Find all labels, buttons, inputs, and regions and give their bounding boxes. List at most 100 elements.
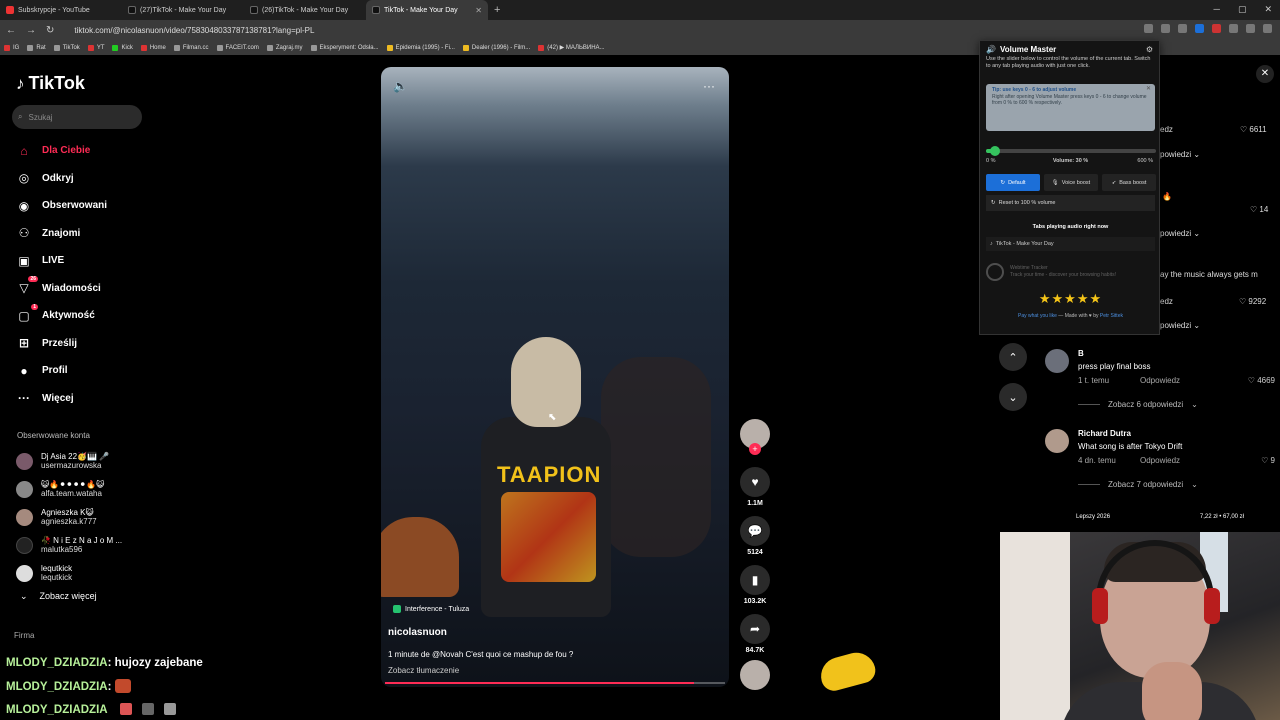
followed-account[interactable]: Dj Asia 22🥳🎹 🎤 usermazurowska xyxy=(16,447,122,475)
comment-likes[interactable]: ♡ 14 xyxy=(1250,205,1268,214)
comment-fragment[interactable]: powiedzi ⌄ xyxy=(1160,321,1200,330)
promo-banner[interactable]: Webtime Tracker Track your time - discove… xyxy=(986,261,1155,283)
nav-item-profile[interactable]: ● Profil xyxy=(16,357,107,385)
rating-stars[interactable]: ★★★★★ xyxy=(980,291,1161,307)
comment-likes[interactable]: ♡ 4669 xyxy=(1248,376,1275,385)
view-replies-button[interactable]: Zobacz 6 odpowiedzi ⌄ xyxy=(1078,400,1198,409)
next-video-button[interactable]: ⌄ xyxy=(999,383,1027,411)
gear-icon[interactable]: ⚙ xyxy=(1146,45,1153,54)
comment-fragment[interactable]: powiedzi ⌄ xyxy=(1160,150,1200,159)
bookmark-item[interactable]: FACEIT.com xyxy=(216,44,259,51)
close-tab-icon[interactable]: ✕ xyxy=(475,6,482,15)
browser-tab-tiktok-active[interactable]: TikTok - Make Your Day ✕ xyxy=(366,0,488,20)
comment-button[interactable]: 💬 xyxy=(740,516,770,546)
taskbar-app-icon[interactable] xyxy=(120,703,132,715)
menu-icon[interactable] xyxy=(1263,24,1272,33)
comment-likes[interactable]: ♡ 9292 xyxy=(1239,297,1266,306)
video-author[interactable]: nicolasnuon xyxy=(388,627,447,638)
bookmark-item[interactable]: Dealer (1996) - Film... xyxy=(462,44,530,51)
bookmark-item[interactable]: IG xyxy=(4,44,19,51)
video-progress-bar[interactable] xyxy=(385,682,725,684)
bookmark-item[interactable]: Epidemia (1995) - Fi... xyxy=(386,44,455,51)
volume-master-extension-icon[interactable] xyxy=(1195,24,1204,33)
nav-item-explore[interactable]: ◎ Odkryj xyxy=(16,165,107,193)
reload-icon[interactable]: ↻ xyxy=(46,25,54,36)
see-translation-link[interactable]: Zobacz tłumaczenie xyxy=(388,666,459,675)
follow-plus-icon[interactable]: + xyxy=(749,443,761,455)
forward-icon[interactable]: → xyxy=(26,25,36,36)
comment-fragment[interactable]: powiedzi ⌄ xyxy=(1160,229,1200,238)
nav-item-activity[interactable]: ▢ 1 Aktywność xyxy=(16,302,107,330)
taskbar-app-icon[interactable] xyxy=(164,703,176,715)
reply-button[interactable]: Odpowiedz xyxy=(1140,456,1180,465)
view-replies-button[interactable]: Zobacz 7 odpowiedzi ⌄ xyxy=(1078,480,1198,489)
bookmark-item[interactable]: Home xyxy=(140,44,166,51)
nav-item-more[interactable]: ··· Więcej xyxy=(16,385,107,413)
close-comments-icon[interactable]: ✕ xyxy=(1256,65,1274,83)
author-avatar[interactable]: + xyxy=(740,419,770,455)
playing-tab-item[interactable]: ♪ TikTok - Make Your Day xyxy=(986,237,1155,251)
see-more-link[interactable]: ⌄ Zobacz więcej xyxy=(20,591,97,602)
reset-volume-button[interactable]: ↻ Reset to 100 % volume xyxy=(986,195,1155,211)
browser-tab-youtube[interactable]: Subskrypcje - YouTube xyxy=(0,0,122,20)
bookmark-item[interactable]: Zagraj.my xyxy=(266,44,303,51)
nav-item-live[interactable]: ▣ LIVE xyxy=(16,247,107,275)
reply-button[interactable]: Odpowiedz xyxy=(1140,376,1180,385)
bookmark-item[interactable]: Kick xyxy=(112,44,133,51)
default-mode-button[interactable]: ↻ Default xyxy=(986,174,1040,191)
comment-author[interactable]: B xyxy=(1078,349,1084,358)
bookmark-item[interactable]: Rat xyxy=(27,44,46,51)
comment-likes[interactable]: ♡ 6611 xyxy=(1240,125,1267,134)
nav-item-messages[interactable]: ▽ 26 Wiadomości xyxy=(16,275,107,303)
close-window-icon[interactable]: ✕ xyxy=(1264,4,1272,15)
volume-slider[interactable] xyxy=(986,146,1156,156)
bookmark-item[interactable]: (42) ▶ МАЛЬВИНА... xyxy=(538,44,605,51)
browser-tab-tiktok-26[interactable]: (26)TikTok - Make Your Day xyxy=(244,0,366,20)
search-input[interactable]: ⌕ Szukaj xyxy=(12,105,142,129)
extension-icon[interactable] xyxy=(1178,24,1187,33)
close-tip-icon[interactable]: ✕ xyxy=(1146,86,1151,93)
url-field[interactable]: tiktok.com/@nicolasnuon/video/7583048033… xyxy=(74,26,314,35)
extension-icon[interactable] xyxy=(1161,24,1170,33)
taskbar-app-icon[interactable] xyxy=(142,703,154,715)
followed-account[interactable]: 🥀 N i E z N a J o M ... malutka596 xyxy=(16,531,122,559)
extension-icon[interactable] xyxy=(1246,24,1255,33)
bookmark-item[interactable]: TikTok xyxy=(53,44,80,51)
pay-link[interactable]: Pay what you like xyxy=(1018,313,1057,319)
followed-account[interactable]: 😺🔥⚫⚫⚫⚫🔥😺 alfa.team.wataha xyxy=(16,475,122,503)
avatar[interactable] xyxy=(1045,349,1069,373)
tiktok-logo[interactable]: ♪ TikTok xyxy=(16,73,85,94)
browser-tab-tiktok-27[interactable]: (27)TikTok - Make Your Day xyxy=(122,0,244,20)
voice-boost-button[interactable]: 🎙 Voice boost xyxy=(1044,174,1098,191)
new-tab-icon[interactable]: + xyxy=(494,4,500,16)
extension-icon[interactable] xyxy=(1144,24,1153,33)
more-options-icon[interactable]: ··· xyxy=(703,79,715,93)
extension-icon[interactable] xyxy=(1212,24,1221,33)
nav-item-friends[interactable]: ⚇ Znajomi xyxy=(16,220,107,248)
music-link[interactable]: Interference - Tuluza xyxy=(393,605,469,613)
minimize-icon[interactable]: ─ xyxy=(1214,4,1220,15)
comment-likes[interactable]: ♡ 9 xyxy=(1261,456,1275,465)
video-player[interactable]: TAAPION 🔈 ··· Interference - Tuluza nico… xyxy=(381,67,729,687)
bass-boost-button[interactable]: ➶ Bass boost xyxy=(1102,174,1156,191)
volume-slider-handle[interactable] xyxy=(989,146,1000,156)
back-icon[interactable]: ← xyxy=(6,25,16,36)
comment-author[interactable]: Richard Dutra xyxy=(1078,429,1131,438)
avatar[interactable] xyxy=(1045,429,1069,453)
nav-item-following[interactable]: ◉ Obserwowani xyxy=(16,192,107,220)
like-button[interactable]: ♥ xyxy=(740,467,770,497)
followed-account[interactable]: lequtkick lequtkick xyxy=(16,559,122,587)
share-button[interactable]: ➦ xyxy=(740,614,770,644)
extension-icon[interactable] xyxy=(1229,24,1238,33)
previous-video-button[interactable]: ⌃ xyxy=(999,343,1027,371)
author-link[interactable]: Petr Sittek xyxy=(1100,313,1123,319)
bookmark-item[interactable]: Filman.cc xyxy=(173,44,209,51)
footer-company-link[interactable]: Firma xyxy=(14,631,34,640)
nav-item-upload[interactable]: ⊞ Prześlij xyxy=(16,330,107,358)
bookmark-item[interactable]: YT xyxy=(87,44,104,51)
sound-avatar[interactable] xyxy=(740,660,770,690)
bookmark-item[interactable]: Eksperyment: Odsła... xyxy=(310,44,379,51)
followed-account[interactable]: Agnieszka K😺 agnieszka.k777 xyxy=(16,503,122,531)
nav-item-for-you[interactable]: ⌂ Dla Ciebie xyxy=(16,137,107,165)
volume-icon[interactable]: 🔈 xyxy=(393,79,408,93)
